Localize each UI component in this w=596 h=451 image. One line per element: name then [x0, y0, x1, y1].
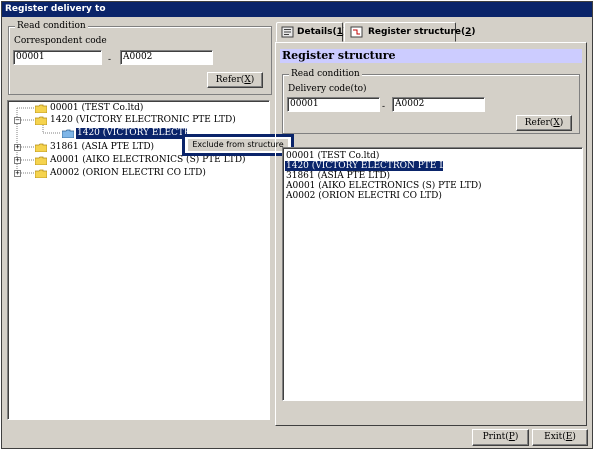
- tree-node-label: A0001 (AIKO ELECTRONICS (S) PTE LTD): [50, 155, 246, 165]
- right-read-condition-group: Read condition Delivery code(to) 00001 -…: [282, 69, 580, 134]
- register-structure-header: Register structure: [280, 49, 582, 63]
- tree-node-label: A0002 (ORION ELECTRI CO LTD): [50, 168, 206, 178]
- read-condition-legend: Read condition: [15, 21, 88, 31]
- tab-details[interactable]: Details(1): [276, 22, 347, 42]
- list-item[interactable]: 00001 (TEST Co.ltd): [285, 151, 379, 161]
- structure-list[interactable]: 00001 (TEST Co.ltd) 1420 (VICTORY ELECTR…: [282, 147, 583, 401]
- exit-button[interactable]: Exit(E): [532, 429, 588, 446]
- tree-node-label: 1420 (VICTORY ELECTRO: [76, 128, 187, 139]
- window-title: Register delivery to: [2, 2, 592, 17]
- exclude-from-structure-menu-item[interactable]: Exclude from structure: [188, 139, 288, 151]
- register-structure-panel: Register structure Read condition Delive…: [275, 42, 587, 426]
- expand-icon[interactable]: +: [14, 170, 21, 177]
- tree-node-label: 1420 (VICTORY ELECTRONIC PTE LTD): [50, 115, 236, 125]
- expand-icon[interactable]: +: [14, 157, 21, 164]
- open-folder-icon: [62, 129, 74, 138]
- right-read-condition-legend: Read condition: [289, 69, 362, 79]
- print-button[interactable]: Print(P): [472, 429, 529, 446]
- folder-icon: [35, 104, 47, 113]
- folder-icon: [35, 116, 47, 125]
- folder-icon: [35, 143, 47, 152]
- delivery-code-from-input[interactable]: 00001: [287, 97, 380, 112]
- list-item[interactable]: A0001 (AIKO ELECTRONICS (S) PTE LTD): [285, 181, 482, 191]
- list-item-selected[interactable]: 1420 (VICTORY ELECTRON PTE LTD): [285, 161, 461, 171]
- list-item[interactable]: A0002 (ORION ELECTRI CO LTD): [285, 191, 442, 201]
- range-separator: -: [382, 102, 386, 112]
- delivery-code-label: Delivery code(to): [288, 84, 367, 94]
- tab-register-structure[interactable]: Register structure(2): [344, 22, 476, 42]
- expand-icon[interactable]: +: [14, 144, 21, 151]
- correspondent-code-label: Correspondent code: [14, 36, 107, 46]
- correspondent-code-from-input[interactable]: 00001: [13, 50, 102, 65]
- folder-icon: [35, 169, 47, 178]
- read-condition-group: Read condition Correspondent code 00001 …: [8, 21, 272, 95]
- details-tab-icon: [281, 26, 294, 38]
- tree-node-label: 31861 (ASIA PTE LTD): [50, 142, 155, 152]
- right-refer-button[interactable]: Refer(X): [516, 115, 572, 131]
- refer-button[interactable]: Refer(X): [207, 72, 263, 88]
- range-separator: -: [108, 55, 112, 65]
- tree-node-label: 00001 (TEST Co.ltd): [50, 103, 144, 113]
- correspondent-code-to-input[interactable]: A0002: [120, 50, 213, 65]
- delivery-code-to-input[interactable]: A0002: [392, 97, 485, 112]
- collapse-icon[interactable]: −: [14, 117, 21, 124]
- folder-icon: [35, 156, 47, 165]
- list-item[interactable]: 31861 (ASIA PTE LTD): [285, 171, 390, 181]
- register-delivery-window: Register delivery to Read condition Corr…: [1, 1, 593, 449]
- register-structure-tab-icon: [350, 26, 363, 38]
